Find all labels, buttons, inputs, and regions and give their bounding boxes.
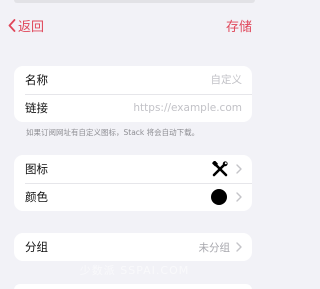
- back-button-label: 返回: [18, 20, 45, 35]
- link-field[interactable]: [48, 102, 242, 114]
- next-group-edge: [14, 284, 252, 289]
- appearance-group: 图标 颜色: [14, 155, 252, 211]
- color-label: 颜色: [25, 190, 48, 204]
- group-row[interactable]: 分组 未分组: [14, 233, 252, 261]
- watermark: 少数派 SSPAI.COM: [79, 264, 190, 277]
- link-label: 链接: [25, 101, 48, 115]
- edit-feed-sheet: 返回 存储 名称 链接 如果订阅网址有自定义图标，Stack 将会自动下载。 图…: [0, 0, 269, 289]
- details-group: 名称 链接: [14, 66, 252, 122]
- name-field[interactable]: [48, 74, 242, 86]
- name-row: 名称: [14, 66, 252, 94]
- sheet-top-edge: [14, 0, 255, 3]
- group-label: 分组: [25, 240, 48, 254]
- grouping-group: 分组 未分组: [14, 233, 252, 261]
- chevron-left-icon: [8, 19, 16, 32]
- chevron-right-icon: [236, 242, 242, 252]
- icon-footnote: 如果订阅网址有自定义图标，Stack 将会自动下载。: [26, 128, 200, 137]
- chevron-right-icon: [236, 164, 242, 174]
- icon-row[interactable]: 图标: [14, 155, 252, 183]
- icon-label: 图标: [25, 162, 48, 176]
- name-label: 名称: [25, 73, 48, 87]
- chevron-right-icon: [236, 192, 242, 202]
- color-row[interactable]: 颜色: [14, 183, 252, 211]
- color-swatch: [211, 189, 227, 205]
- navigation-bar: 返回 存储: [0, 10, 269, 38]
- save-button[interactable]: 存储: [226, 16, 252, 35]
- group-value: 未分组: [198, 241, 231, 254]
- crossed-tools-icon: [212, 161, 228, 177]
- back-button[interactable]: 返回: [8, 16, 44, 35]
- link-row: 链接: [14, 94, 252, 122]
